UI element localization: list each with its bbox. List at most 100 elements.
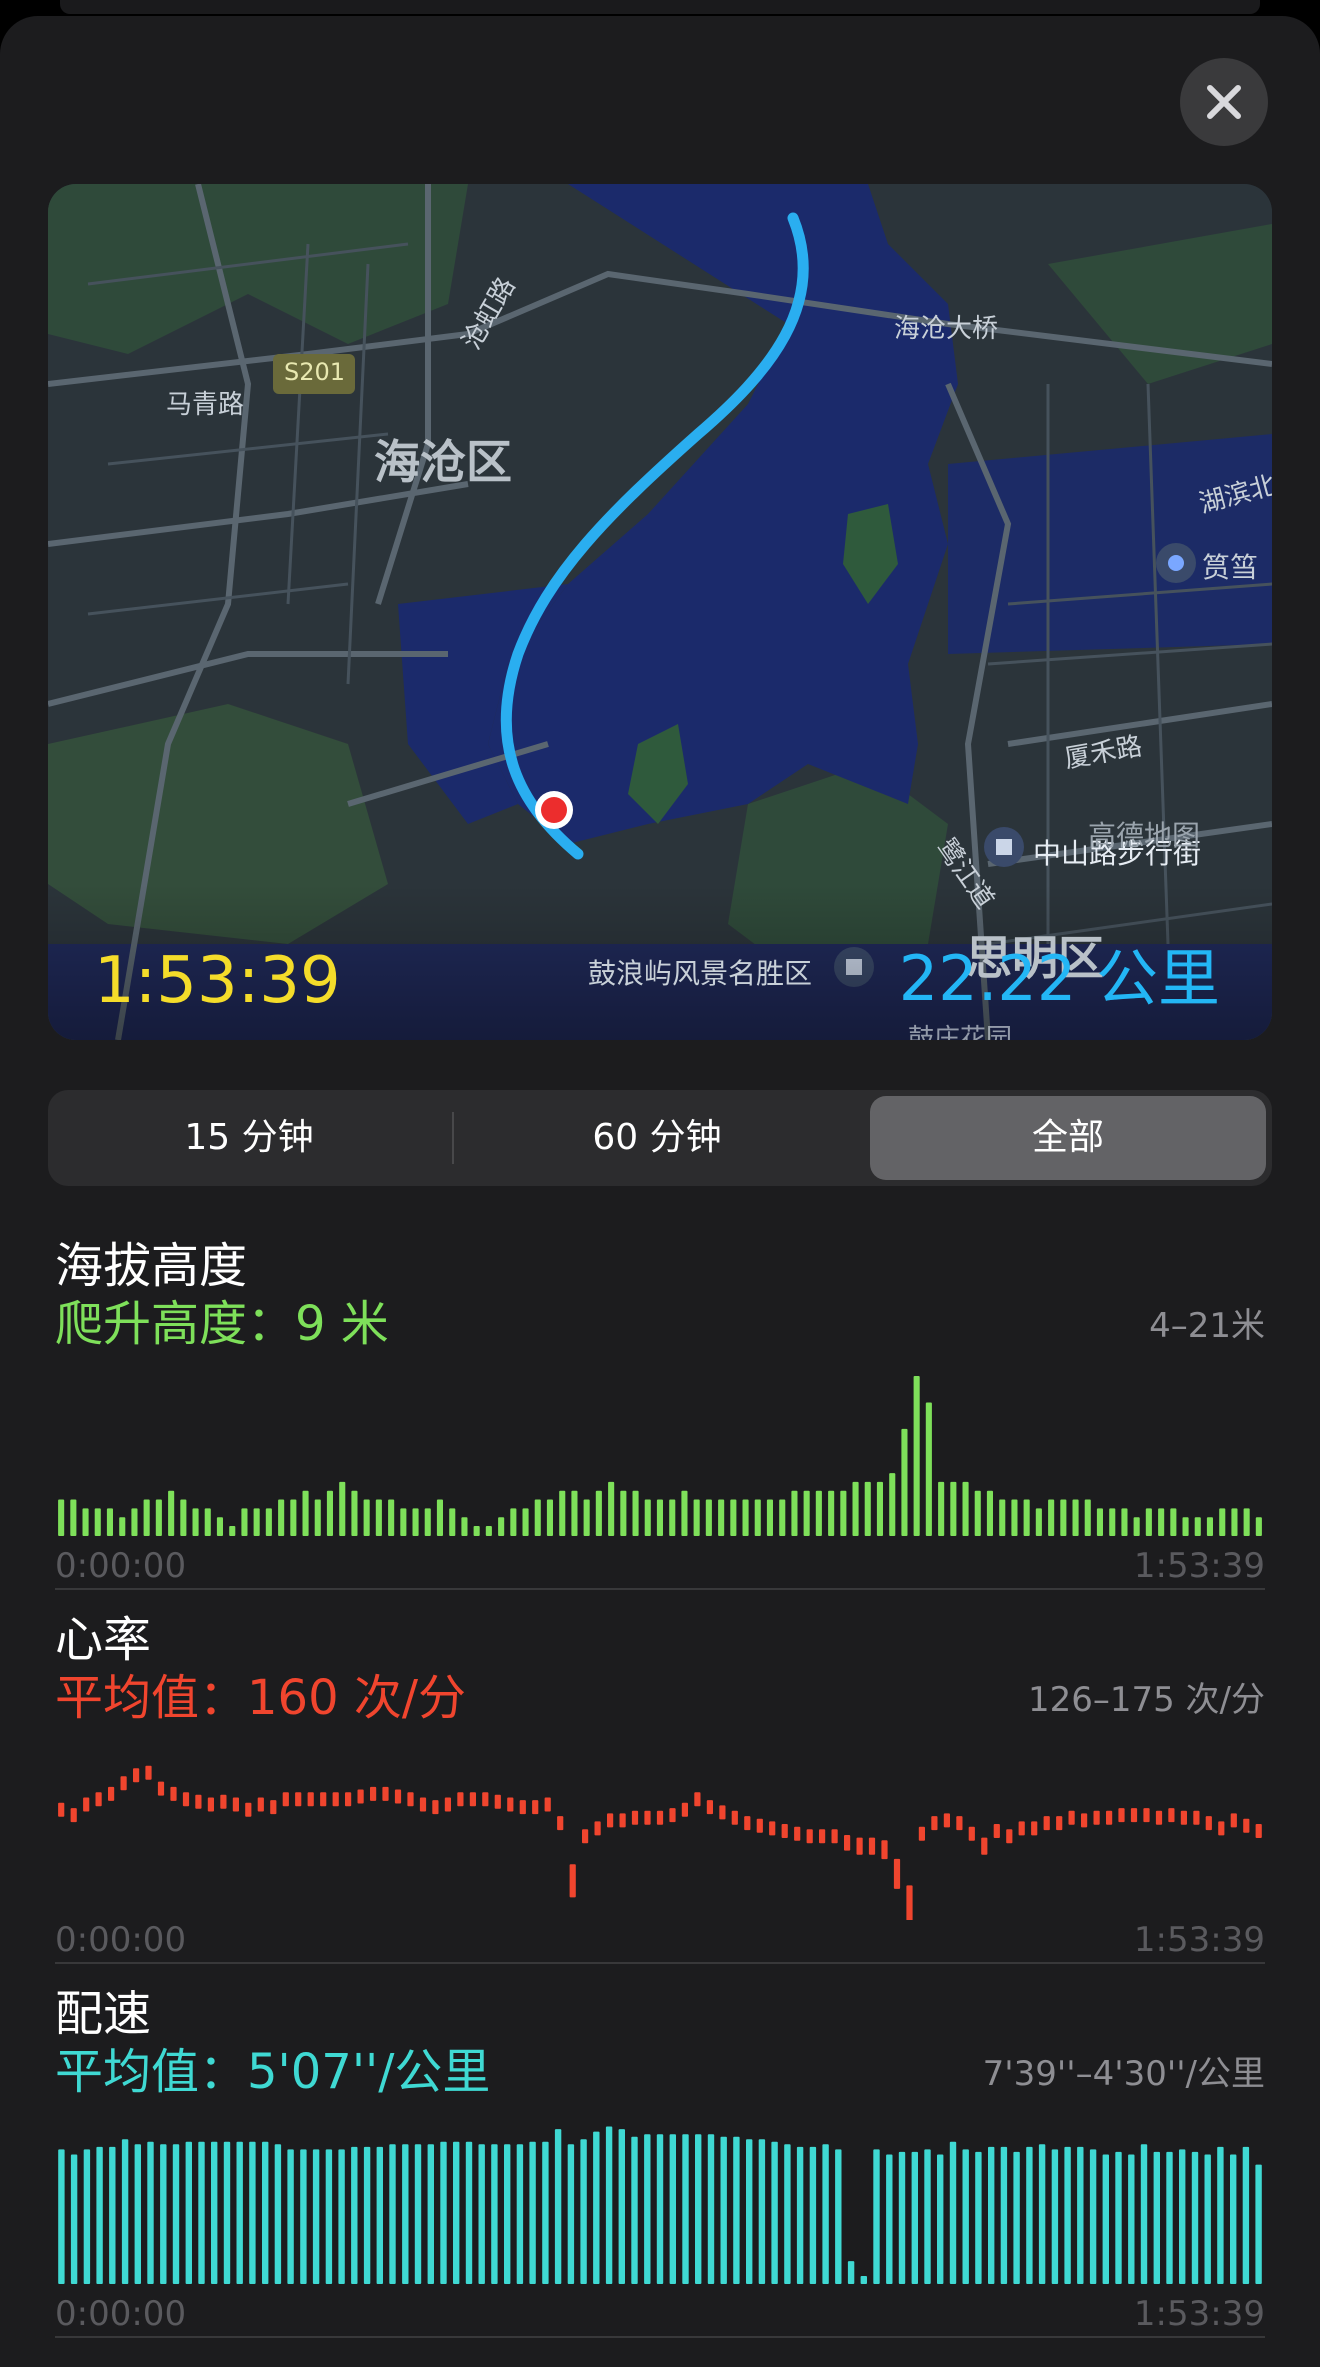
elevation-bar xyxy=(669,1499,676,1536)
pace-bar xyxy=(886,2154,893,2284)
pace-bar xyxy=(185,2141,192,2284)
map-label-road-maqing: 马青路 xyxy=(166,390,245,420)
heart-rate-bar xyxy=(519,1800,526,1815)
elevation-bar xyxy=(363,1499,370,1536)
pace-bar xyxy=(962,2149,969,2284)
elevation-bar xyxy=(388,1499,395,1536)
heart-rate-bar xyxy=(170,1786,177,1801)
heart-rate-bar xyxy=(494,1794,501,1809)
pace-bar xyxy=(1128,2154,1135,2284)
heart-rate-bar xyxy=(544,1797,551,1812)
elevation-bar xyxy=(1060,1499,1067,1536)
heart-rate-bar xyxy=(370,1786,377,1801)
heart-rate-bar xyxy=(594,1821,601,1836)
pace-bar xyxy=(198,2141,205,2284)
elevation-chart xyxy=(58,1376,1262,1536)
route-map[interactable]: 海沧区 思明区 马青路 沧虹路 S201 湖滨北 海沧大桥 厦禾路 鹭江道 中山… xyxy=(48,184,1272,1040)
heart-rate-bar xyxy=(1193,1810,1200,1825)
heart-rate-bar xyxy=(70,1808,77,1823)
heart-rate-bar xyxy=(1255,1824,1262,1838)
pace-bar xyxy=(109,2146,116,2284)
elevation-bar xyxy=(779,1499,786,1536)
elevation-bar xyxy=(1231,1508,1238,1536)
elevation-bar xyxy=(510,1508,517,1536)
elevation-bar xyxy=(461,1517,468,1536)
close-button[interactable] xyxy=(1180,58,1268,146)
pace-bar xyxy=(172,2144,180,2284)
heart-rate-bar xyxy=(569,1864,576,1898)
segment-all[interactable]: 全部 xyxy=(870,1096,1266,1180)
elevation-axis-end: 1:53:39 xyxy=(1133,1546,1265,1586)
heart-rate-range: 126–175 次/分 xyxy=(1027,1680,1265,1720)
elevation-bar xyxy=(1084,1499,1091,1536)
heart-rate-bar xyxy=(619,1813,626,1828)
elevation-bar xyxy=(962,1481,969,1536)
pace-bar xyxy=(746,2139,753,2284)
pace-bar xyxy=(975,2151,982,2284)
elevation-bar xyxy=(180,1499,187,1536)
elevation-bar xyxy=(82,1508,89,1536)
elevation-bar xyxy=(632,1490,639,1536)
elevation-section: 海拔高度 爬升高度：9 米 4–21米 0:00:00 1:53:39 xyxy=(55,1226,1265,1596)
pace-bar xyxy=(338,2149,345,2284)
heart-rate-bar xyxy=(394,1789,402,1804)
pace-bar xyxy=(325,2149,333,2284)
pace-bar xyxy=(300,2149,307,2284)
heart-rate-bar xyxy=(332,1792,339,1807)
heart-rate-bar xyxy=(1118,1808,1125,1823)
pace-bar xyxy=(784,2144,791,2284)
heart-rate-bar xyxy=(893,1858,901,1889)
elevation-bar xyxy=(106,1508,113,1536)
segment-15-min[interactable]: 15 分钟 xyxy=(48,1090,450,1186)
pace-bar xyxy=(211,2141,218,2284)
heart-rate-bar xyxy=(943,1813,950,1828)
heart-rate-bar xyxy=(968,1826,975,1841)
elevation-bar xyxy=(913,1376,920,1536)
elevation-bar xyxy=(1048,1499,1055,1536)
pace-bar xyxy=(236,2141,243,2284)
elevation-bar xyxy=(131,1508,138,1536)
pace-bar xyxy=(83,2149,91,2284)
elevation-bar xyxy=(253,1508,260,1536)
elevation-bar xyxy=(1145,1508,1152,1536)
segment-60-min[interactable]: 60 分钟 xyxy=(456,1090,858,1186)
pace-bar xyxy=(771,2141,778,2284)
elevation-bar xyxy=(339,1481,346,1536)
heart-rate-bar xyxy=(207,1797,214,1812)
heart-rate-bar xyxy=(220,1794,227,1809)
heart-rate-bar xyxy=(1218,1821,1225,1836)
heart-rate-bar xyxy=(769,1821,776,1836)
elevation-range: 4–21米 xyxy=(1149,1306,1265,1346)
heart-rate-bar xyxy=(1180,1810,1187,1825)
elevation-bar xyxy=(901,1428,908,1536)
elevation-bar xyxy=(889,1473,896,1536)
elevation-bar xyxy=(986,1490,993,1536)
heart-rate-bar xyxy=(120,1776,127,1791)
pace-bar xyxy=(1255,2164,1262,2284)
pace-bar xyxy=(58,2149,65,2284)
elevation-bar xyxy=(583,1499,590,1536)
pace-bar xyxy=(453,2141,460,2284)
heart-rate-bar xyxy=(706,1800,713,1815)
pace-bar xyxy=(70,2154,78,2284)
elevation-bar xyxy=(216,1517,223,1536)
elevation-bar xyxy=(70,1499,77,1536)
heart-rate-bar xyxy=(1155,1810,1163,1825)
background-sheet-edge xyxy=(60,0,1260,14)
elevation-bar xyxy=(754,1499,761,1536)
pace-bar xyxy=(274,2144,282,2284)
pace-bar xyxy=(1204,2154,1211,2284)
elevation-bar xyxy=(559,1490,566,1536)
pace-bar xyxy=(351,2146,358,2284)
heart-rate-bar xyxy=(993,1824,1000,1838)
elevation-bar xyxy=(718,1499,725,1536)
pace-bar xyxy=(1064,2146,1071,2284)
heart-rate-bar xyxy=(794,1826,801,1841)
heart-rate-bar xyxy=(956,1816,963,1831)
pace-bar xyxy=(695,2134,702,2284)
pace-bar xyxy=(160,2144,167,2284)
pace-bar xyxy=(593,2131,600,2284)
pace-bar xyxy=(733,2136,740,2284)
elevation-bar xyxy=(534,1499,541,1536)
heart-rate-bar xyxy=(532,1800,539,1815)
